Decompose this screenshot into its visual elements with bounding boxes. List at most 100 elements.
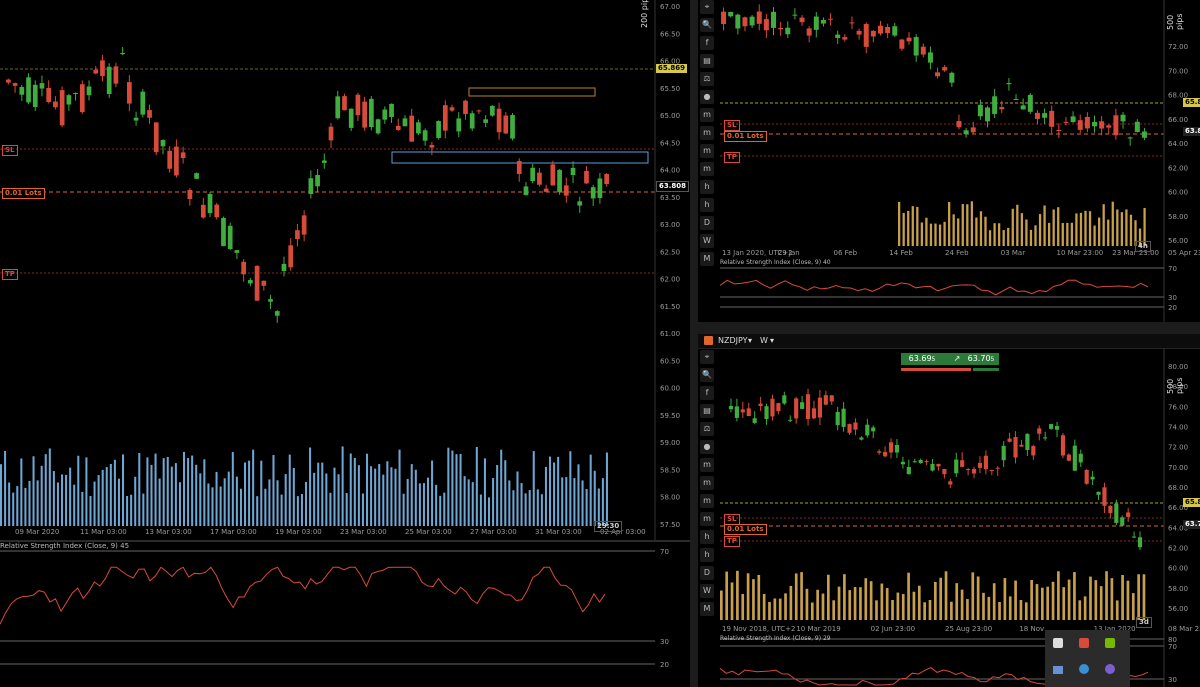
left-candle	[557, 169, 562, 193]
br-candle	[888, 442, 894, 453]
left-candle	[523, 186, 529, 196]
vertical-splitter[interactable]	[690, 0, 698, 687]
tr-tool-12-icon[interactable]: D	[700, 216, 714, 230]
left-volume-bar	[158, 478, 161, 526]
left-volume-bar	[77, 455, 80, 526]
left-lots-label[interactable]: 0.01 Lots	[2, 188, 45, 199]
tr-tool-1-icon[interactable]: 🔍	[700, 18, 714, 32]
left-candle	[301, 215, 307, 235]
tr-sl-label[interactable]: SL	[724, 120, 740, 131]
left-volume-bar	[317, 462, 320, 526]
left-price-tick: 57.50	[660, 521, 680, 529]
tr-candle	[1027, 94, 1033, 112]
br-candle	[758, 403, 763, 407]
left-volume-bar	[170, 466, 173, 526]
br-candle	[883, 451, 888, 457]
left-candle	[590, 187, 596, 199]
tr-candle	[949, 72, 955, 83]
left-rsi-panel[interactable]: 70 30 20 Relative Strength Index (Close, 9…	[0, 542, 690, 687]
right-horizontal-splitter[interactable]	[698, 322, 1200, 334]
left-volume-bar	[366, 453, 369, 526]
left-volume-bar	[329, 492, 332, 526]
tr-candle	[992, 96, 998, 114]
br-price-tick: 62.00	[1168, 545, 1188, 553]
tr-tool-9-icon[interactable]: m	[700, 162, 714, 176]
tr-tool-11-icon[interactable]: h	[700, 198, 714, 212]
left-chart-panel[interactable]: 67.00 66.50 66.00 65.50 65.00 64.50 64.00 63.50…	[0, 0, 690, 540]
left-volume-bar	[455, 454, 458, 526]
tr-tool-4-icon[interactable]: ⚖	[700, 72, 714, 86]
tr-tag-current: 63.80	[1183, 127, 1200, 136]
tr-tool-2-icon[interactable]: f	[700, 36, 714, 50]
br-time-tick: 02 Jun 23:00	[871, 625, 915, 633]
left-volume-bar	[122, 454, 125, 526]
tr-tool-3-icon[interactable]: ▤	[700, 54, 714, 68]
br-volume-bar	[912, 591, 916, 620]
tr-volume-bar	[1098, 217, 1101, 246]
br-volume-bar	[971, 572, 975, 620]
left-volume-bar	[488, 497, 491, 526]
tr-tp-label[interactable]: TP	[724, 152, 740, 163]
tr-pips-label: 500 pips	[1166, 13, 1184, 30]
tray-flag-icon[interactable]	[1053, 666, 1063, 674]
tr-tool-10-icon[interactable]: h	[700, 180, 714, 194]
tr-volume-bar	[961, 204, 964, 246]
br-candle	[912, 461, 917, 463]
left-volume-bar	[508, 480, 511, 526]
left-volume-bar	[93, 481, 96, 526]
left-volume-bar	[593, 470, 596, 526]
left-volume-bar	[361, 493, 364, 526]
left-candle	[537, 172, 542, 185]
top-right-toolbar: ⌖ 🔍 f ▤ ⚖ ● m m m m h h D W M	[698, 0, 716, 266]
tr-volume-bar	[1079, 212, 1083, 246]
left-sl-label[interactable]: SL	[2, 145, 18, 156]
tray-nvidia-icon[interactable]	[1105, 638, 1115, 648]
tr-lots-label[interactable]: 0.01 Lots	[724, 131, 767, 142]
left-candle	[490, 105, 495, 116]
tr-volume-bar	[975, 217, 978, 246]
top-right-price-chart[interactable]: 72.0070.0068.0066.0064.0062.0060.0058.00…	[698, 0, 1200, 322]
top-right-chart-panel[interactable]: ⌖ 🔍 f ▤ ⚖ ● m m m m h h D W M 72.00 70.00 68.00 66.00 64.0…	[698, 0, 1200, 322]
left-volume-bar	[581, 480, 584, 526]
left-tp-label[interactable]: TP	[2, 269, 18, 280]
tr-volume-bar	[938, 224, 942, 246]
br-lots-label[interactable]: 0.01 Lots	[724, 524, 767, 535]
br-tag-upper: 65.86	[1183, 498, 1200, 507]
tr-time-tick: 06 Feb	[834, 249, 858, 257]
tr-candle	[721, 11, 727, 25]
tr-candle	[820, 19, 826, 24]
tr-tool-7-icon[interactable]: m	[700, 126, 714, 140]
tray-viber-icon[interactable]	[1105, 664, 1115, 674]
bottom-right-chart-panel[interactable]: NZDJPY ▾ W ▾ 63.695 ↗ ↗ 63.705 ⌖🔍f▤⚖●mmm…	[698, 334, 1200, 687]
tr-tool-8-icon[interactable]: m	[700, 144, 714, 158]
tr-candle	[1092, 121, 1097, 127]
tr-volume-bar	[1107, 219, 1110, 246]
tr-tool-0-icon[interactable]: ⌖	[700, 0, 714, 14]
tray-app-icon[interactable]	[1053, 638, 1063, 648]
tr-tool-6-icon[interactable]: m	[700, 108, 714, 122]
left-volume-bar	[605, 452, 608, 526]
tr-volume-bar	[1084, 210, 1087, 246]
br-tp-label[interactable]: TP	[724, 536, 740, 547]
tr-tool-5-icon[interactable]: ●	[700, 90, 714, 104]
br-price-tick: 72.00	[1168, 444, 1188, 452]
left-candle	[369, 98, 374, 128]
tr-price-tick: 66.00	[1168, 116, 1188, 124]
left-time-tick: 25 Mar 03:00	[405, 528, 452, 536]
tray-shield-icon[interactable]	[1079, 638, 1089, 648]
br-volume-bar	[923, 602, 926, 620]
tr-candle	[742, 17, 748, 27]
left-volume-bar	[427, 477, 430, 526]
left-volume-bar	[504, 460, 507, 526]
tr-tool-14-icon[interactable]: M	[700, 252, 714, 266]
tray-globe-icon[interactable]	[1079, 664, 1089, 674]
br-volume-bar	[832, 600, 836, 620]
left-volume-bar	[394, 468, 397, 526]
tr-tool-13-icon[interactable]: W	[700, 234, 714, 248]
left-volume-bar	[97, 475, 100, 526]
br-time-tick: 18 Nov	[1019, 625, 1044, 633]
tr-volume-bar	[979, 211, 983, 246]
left-rsi-level: 30	[660, 638, 669, 646]
left-price-chart[interactable]: 67.0066.5066.0065.5065.0064.5064.0063.50…	[0, 0, 690, 540]
left-candle	[227, 225, 233, 250]
